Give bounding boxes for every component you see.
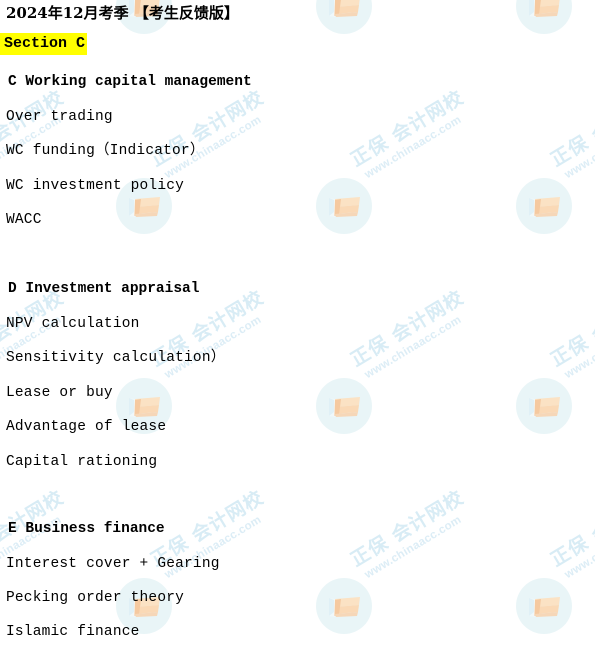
- section-heading: E Business finance: [8, 521, 165, 537]
- open-book-icon: [516, 178, 572, 234]
- watermark-brand-label: 正保 会计网校: [546, 286, 595, 372]
- watermark-tile: 正保 会计网校www.chinaacc.com: [310, 87, 510, 320]
- watermark-tile: 正保 会计网校www.chinaacc.com: [110, 487, 310, 648]
- watermark-text: 正保 会计网校www.chinaacc.com: [346, 286, 475, 383]
- topic-line: Sensitivity calculation）: [6, 350, 226, 366]
- watermark-url-label: www.chinaacc.com: [362, 113, 464, 182]
- watermark-text: 正保 会计网校www.chinaacc.com: [546, 286, 595, 383]
- open-book-icon: [516, 578, 572, 634]
- open-book-icon: [316, 0, 372, 34]
- section-heading: C Working capital management: [8, 74, 252, 90]
- watermark-url-label: www.chinaacc.com: [362, 513, 464, 582]
- watermark-tile: 正保 会计网校www.chinaacc.com: [310, 487, 510, 648]
- watermark-tile: 正保 会计网校www.chinaacc.com: [310, 287, 510, 520]
- watermark-text: 正保 会计网校www.chinaacc.com: [346, 486, 475, 583]
- open-book-icon: [316, 378, 372, 434]
- watermark-text: 正保 会计网校www.chinaacc.com: [0, 87, 75, 183]
- watermark-tile: 正保 会计网校www.chinaacc.com: [510, 87, 595, 320]
- watermark-tile: 正保 会计网校www.chinaacc.com: [510, 0, 595, 120]
- watermark-url-label: www.chinaacc.com: [562, 313, 595, 382]
- watermark-brand-label: 正保 会计网校: [546, 86, 595, 172]
- open-book-icon: [316, 578, 372, 634]
- watermark-tile: 正保 会计网校www.chinaacc.com: [310, 0, 510, 120]
- watermark-brand-label: 正保 会计网校: [346, 486, 468, 572]
- watermark-brand-label: 正保 会计网校: [346, 86, 468, 172]
- watermark-brand-label: 正保 会计网校: [546, 486, 595, 572]
- watermark-text: 正保 会计网校www.chinaacc.com: [546, 486, 595, 583]
- watermark-text: 正保 会计网校www.chinaacc.com: [147, 287, 275, 383]
- watermark-url-label: www.chinaacc.com: [162, 313, 264, 382]
- watermark-text: 正保 会计网校www.chinaacc.com: [147, 87, 275, 183]
- open-book-icon: [316, 178, 372, 234]
- section-badge: Section C: [0, 33, 88, 55]
- watermark-text: 正保 会计网校www.chinaacc.com: [546, 86, 595, 183]
- watermark-tile: 正保 会计网校www.chinaacc.com: [510, 487, 595, 648]
- topic-line: Advantage of lease: [6, 419, 167, 435]
- watermark-text: 正保 会计网校www.chinaacc.com: [0, 287, 75, 383]
- watermark-url-label: www.chinaacc.com: [562, 113, 595, 182]
- topic-line: NPV calculation: [6, 316, 140, 332]
- watermark-url-label: www.chinaacc.com: [562, 513, 595, 582]
- open-book-icon: [516, 0, 572, 34]
- watermark-url-label: www.chinaacc.com: [362, 313, 464, 382]
- topic-line: WC funding（Indicator）: [6, 143, 205, 159]
- topic-line: Interest cover + Gearing: [6, 556, 220, 572]
- watermark-brand-label: 正保 会计网校: [346, 286, 468, 372]
- topic-line: Over trading: [6, 109, 113, 125]
- topic-line: Lease or buy: [6, 385, 113, 401]
- watermark-text: 正保 会计网校www.chinaacc.com: [346, 86, 475, 183]
- watermark-tile: 正保 会计网校www.chinaacc.com: [510, 287, 595, 520]
- open-book-icon: [516, 378, 572, 434]
- topic-line: Capital rationing: [6, 454, 158, 470]
- topic-line: WC investment policy: [6, 178, 185, 194]
- topic-line: Pecking order theory: [6, 590, 185, 606]
- topic-line: WACC: [6, 212, 42, 228]
- section-heading: D Investment appraisal: [8, 281, 200, 297]
- document-title: 2024年12月考季 【考生反馈版】: [6, 4, 239, 22]
- topic-line: Islamic finance: [6, 624, 140, 640]
